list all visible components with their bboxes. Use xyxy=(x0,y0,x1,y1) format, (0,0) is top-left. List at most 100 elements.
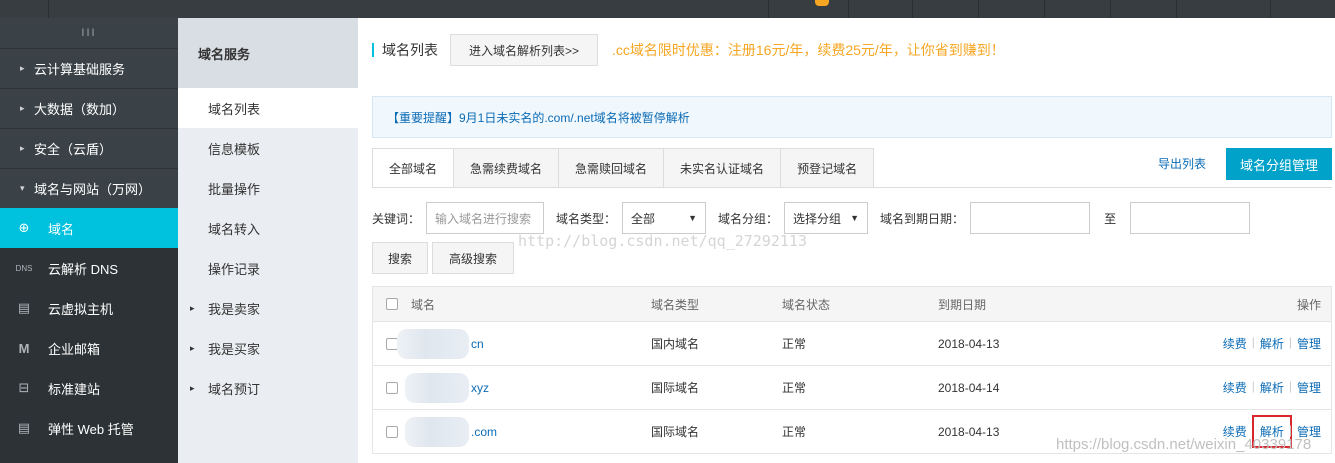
site-icon: ⊟ xyxy=(18,380,30,395)
top-navbar xyxy=(0,0,1335,18)
topbar-divider xyxy=(1110,0,1111,18)
domain-name-link[interactable]: .com xyxy=(405,416,651,447)
action-separator: | xyxy=(1288,335,1292,349)
tab-urgent-renew[interactable]: 急需续费域名 xyxy=(454,148,560,188)
caret-right-icon: ▸ xyxy=(20,63,25,73)
sidebar-collapse-toggle[interactable]: III xyxy=(0,18,178,48)
expire-date-label: 域名到期日期： xyxy=(880,211,965,226)
topbar-divider xyxy=(768,0,769,18)
domain-suffix: xyz xyxy=(471,380,489,395)
redacted-domain xyxy=(405,372,469,403)
action-separator: | xyxy=(1251,379,1255,393)
caret-right-icon: ▸ xyxy=(190,302,195,313)
domain-name-link[interactable]: cn xyxy=(397,328,651,359)
redacted-domain xyxy=(397,328,469,359)
domain-suffix: cn xyxy=(471,336,484,351)
sidebar-group-label: 云计算基础服务 xyxy=(34,62,126,77)
globe-icon: ⊕ xyxy=(18,220,30,235)
col-header-type: 域名类型 xyxy=(651,297,700,312)
manage-link[interactable]: 管理 xyxy=(1297,379,1321,396)
subnav-item-reserve[interactable]: ▸ 域名预订 xyxy=(178,368,358,408)
subnav-item-domain-list[interactable]: 域名列表 xyxy=(178,88,358,128)
sidebar-item-domain[interactable]: ⊕ 域名 xyxy=(0,208,178,248)
mail-icon: M xyxy=(18,340,30,356)
watermark-text: https://blog.csdn.net/weixin_40339178 xyxy=(1056,436,1312,453)
tabs-divider xyxy=(372,187,1332,188)
expire-end-date-input[interactable] xyxy=(1130,202,1251,234)
subnav-item-op-log[interactable]: 操作记录 xyxy=(178,248,358,288)
domain-tabs: 全部域名 急需续费域名 急需赎回域名 未实名认证域名 预登记域名 xyxy=(372,148,875,188)
important-notice[interactable]: 【重要提醒】9月1日未实名的.com/.net域名将被暂停解析 xyxy=(372,96,1332,138)
title-accent-bar xyxy=(372,43,374,57)
domain-suffix: .com xyxy=(471,424,498,439)
expire-start-date-input[interactable] xyxy=(970,202,1091,234)
page-header: 域名列表 进入域名解析列表>> .cc域名限时优惠：注册16元/年，续费25元/… xyxy=(372,34,1005,66)
sidebar-item-site-builder[interactable]: ⊟ 标准建站 xyxy=(0,368,178,408)
subnav-item-batch[interactable]: 批量操作 xyxy=(178,168,358,208)
resolve-link[interactable]: 解析 xyxy=(1260,335,1284,352)
keyword-label: 关键词： xyxy=(372,211,421,226)
keyword-search-input[interactable]: 输入域名进行搜索 xyxy=(426,202,545,234)
sidebar-item-mail[interactable]: M 企业邮箱 xyxy=(0,328,178,368)
tab-unverified[interactable]: 未实名认证域名 xyxy=(664,148,782,188)
enter-dns-list-button[interactable]: 进入域名解析列表>> xyxy=(450,34,598,66)
subnav-item-info-template[interactable]: 信息模板 xyxy=(178,128,358,168)
sidebar-item-web-hosting[interactable]: ▤ 弹性 Web 托管 xyxy=(0,408,178,448)
topbar-divider xyxy=(48,0,49,18)
select-all-checkbox[interactable] xyxy=(386,298,398,310)
domain-name-link[interactable]: xyz xyxy=(405,372,651,403)
manage-link[interactable]: 管理 xyxy=(1297,335,1321,352)
renew-link[interactable]: 续费 xyxy=(1223,379,1247,396)
action-separator: | xyxy=(1288,379,1292,393)
sidebar-item-label: 企业邮箱 xyxy=(48,341,101,357)
domain-service-subnav: 域名服务 域名列表 信息模板 批量操作 域名转入 操作记录 ▸ 我是卖家 ▸ 我… xyxy=(178,18,358,463)
sidebar-group-domain-website[interactable]: ▾ 域名与网站（万网） xyxy=(0,168,178,208)
server-icon: ▤ xyxy=(17,300,31,315)
topbar-divider xyxy=(978,0,979,18)
row-checkbox[interactable] xyxy=(386,425,398,438)
sidebar-group-security[interactable]: ▸ 安全（云盾） xyxy=(0,128,178,168)
sidebar-item-label: 域名 xyxy=(48,221,75,237)
table-row: xyz 国际域名 正常 2018-04-14 续费 | 解析 | 管理 xyxy=(372,366,1332,410)
sidebar-group-label: 域名与网站（万网） xyxy=(34,182,152,197)
subnav-item-buyer[interactable]: ▸ 我是买家 xyxy=(178,328,358,368)
table-header: 域名 域名类型 域名状态 到期日期 操作 xyxy=(372,286,1332,322)
col-header-domain: 域名 xyxy=(411,297,436,312)
promo-banner-link[interactable]: .cc域名限时优惠：注册16元/年，续费25元/年，让你省到赚到！ xyxy=(612,40,1005,60)
col-header-expire: 到期日期 xyxy=(938,297,987,312)
subnav-item-transfer-in[interactable]: 域名转入 xyxy=(178,208,358,248)
notification-badge[interactable] xyxy=(815,0,829,6)
sidebar-group-bigdata[interactable]: ▸ 大数据（数加） xyxy=(0,88,178,128)
sidebar-item-virtual-host[interactable]: ▤ 云虚拟主机 xyxy=(0,288,178,328)
domain-type-select[interactable]: 全部 ▼ xyxy=(622,202,707,234)
sidebar-item-dns[interactable]: DNS 云解析 DNS xyxy=(0,248,178,288)
renew-link[interactable]: 续费 xyxy=(1223,335,1247,352)
caret-right-icon: ▸ xyxy=(20,103,25,113)
caret-right-icon: ▸ xyxy=(190,382,195,393)
page-title: 域名列表 xyxy=(382,42,438,58)
topbar-divider xyxy=(1270,0,1271,18)
domain-type-cell: 国际域名 xyxy=(651,425,700,439)
topbar-divider xyxy=(1176,0,1177,18)
hosting-icon: ▤ xyxy=(17,420,31,435)
action-separator: | xyxy=(1251,335,1255,349)
domain-type-value: 全部 xyxy=(631,211,656,226)
caret-right-icon: ▸ xyxy=(190,342,195,353)
domain-type-cell: 国内域名 xyxy=(651,337,700,351)
topbar-divider xyxy=(912,0,913,18)
subnav-item-seller[interactable]: ▸ 我是卖家 xyxy=(178,288,358,328)
domain-group-manage-button[interactable]: 域名分组管理 xyxy=(1226,148,1332,180)
sidebar-group-cloud-basic[interactable]: ▸ 云计算基础服务 xyxy=(0,48,178,88)
tab-all-domains[interactable]: 全部域名 xyxy=(372,148,455,188)
row-checkbox[interactable] xyxy=(386,381,398,394)
domain-group-select[interactable]: 选择分组 ▼ xyxy=(784,202,869,234)
advanced-search-button[interactable]: 高级搜索 xyxy=(432,242,514,274)
sidebar-item-label: 云虚拟主机 xyxy=(48,301,114,317)
export-list-link[interactable]: 导出列表 xyxy=(1158,155,1206,172)
tab-urgent-redeem[interactable]: 急需赎回域名 xyxy=(559,148,665,188)
search-button[interactable]: 搜索 xyxy=(372,242,428,274)
sidebar-item-label: 云解析 DNS xyxy=(48,261,119,277)
tab-preregistered[interactable]: 预登记域名 xyxy=(781,148,875,188)
domain-group-value: 选择分组 xyxy=(793,211,842,226)
resolve-link[interactable]: 解析 xyxy=(1260,379,1284,396)
